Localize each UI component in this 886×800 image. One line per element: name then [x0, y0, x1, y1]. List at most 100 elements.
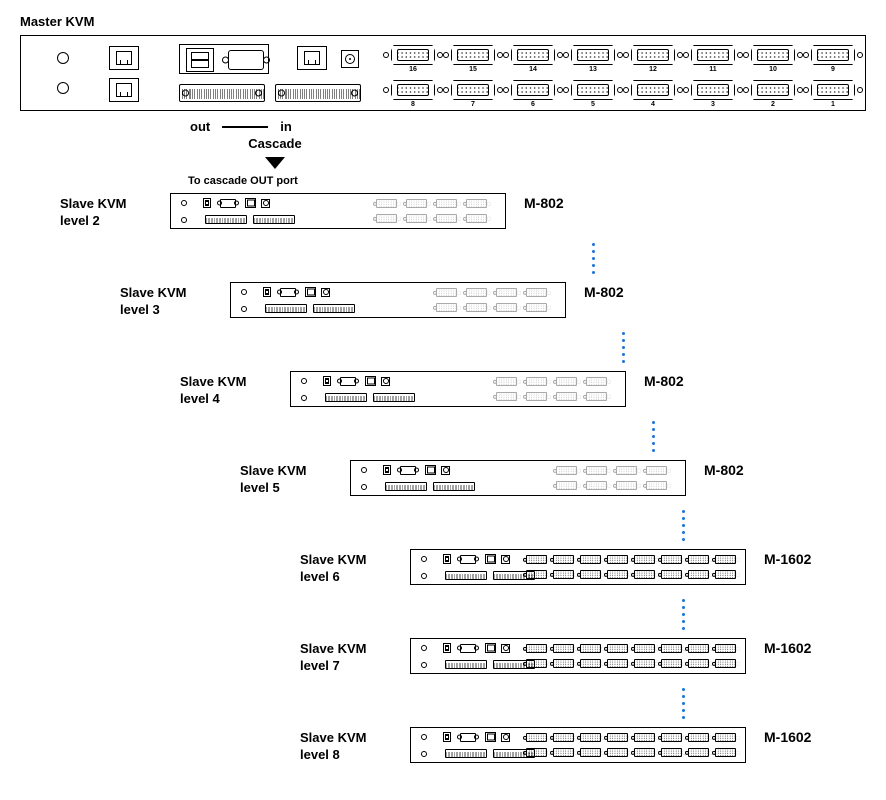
- server-port-icon: [526, 570, 547, 579]
- server-port-icon: [715, 748, 736, 757]
- server-port-icon: [715, 644, 736, 653]
- dc-power-icon: [381, 377, 390, 386]
- port-number: 6: [531, 101, 535, 108]
- server-port-icon: [556, 481, 577, 490]
- vga-port-icon: [460, 555, 476, 564]
- port-number: 11: [709, 66, 716, 73]
- vga-port-icon: [228, 50, 264, 70]
- server-port-icon: [646, 466, 667, 475]
- server-port-icon: 15: [451, 45, 495, 65]
- mount-hole-icon: [301, 395, 307, 401]
- slave-label-bottom: level 2: [60, 212, 126, 229]
- cascade-connector-icon: [313, 304, 355, 313]
- server-port-icon: [586, 392, 607, 401]
- server-port-icon: [715, 733, 736, 742]
- slave-model: M-802: [704, 462, 744, 478]
- usb-stack-icon: [263, 287, 271, 297]
- slave-kvm-unit: [230, 282, 566, 318]
- cascade-connector-icon: [275, 84, 361, 102]
- slave-model: M-1602: [764, 729, 811, 745]
- server-port-icon: [688, 748, 709, 757]
- slave-label: Slave KVMlevel 8: [300, 729, 366, 763]
- server-port-icon: [526, 303, 547, 312]
- server-port-icon: [661, 748, 682, 757]
- legend-cascade: Cascade: [190, 136, 360, 151]
- server-port-icon: [466, 214, 487, 223]
- slave-row: Slave KVMlevel 7M-1602: [20, 636, 866, 682]
- server-port-icon: [376, 214, 397, 223]
- rj45-port-icon: [305, 287, 316, 297]
- server-port-icon: [406, 214, 427, 223]
- server-port-icon: [553, 659, 574, 668]
- port-number: 16: [409, 66, 417, 73]
- server-port-icon: [634, 570, 655, 579]
- port-number: 12: [649, 66, 657, 73]
- server-port-icon: [526, 748, 547, 757]
- server-port-icon: [586, 377, 607, 386]
- slave-label: Slave KVMlevel 3: [120, 284, 186, 318]
- server-port-icon: [436, 199, 457, 208]
- cascade-dots-icon: [500, 599, 866, 630]
- rj45-port-icon: [245, 198, 256, 208]
- server-port-icon: [496, 377, 517, 386]
- server-port-icon: [556, 466, 577, 475]
- server-port-icon: [466, 288, 487, 297]
- server-port-icon: 1: [811, 80, 855, 100]
- server-port-icon: [634, 644, 655, 653]
- cascade-connector-icon: [265, 304, 307, 313]
- dc-power-icon: [501, 555, 510, 564]
- port-number: 9: [831, 66, 835, 73]
- server-port-icon: [661, 644, 682, 653]
- rj45-port-icon: [485, 732, 496, 742]
- server-port-icon: [616, 481, 637, 490]
- slave-label: Slave KVMlevel 6: [300, 551, 366, 585]
- server-port-icon: 14: [511, 45, 555, 65]
- server-port-icon: [715, 659, 736, 668]
- server-port-icon: [607, 555, 628, 564]
- usb-stack-icon: [443, 732, 451, 742]
- slave-kvm-unit: [290, 371, 626, 407]
- slave-row: Slave KVMlevel 2M-802: [20, 191, 866, 237]
- port-number: 8: [411, 101, 415, 108]
- rj45-port-icon: [365, 376, 376, 386]
- slave-label: Slave KVMlevel 7: [300, 640, 366, 674]
- cascade-connector-icon: [445, 749, 487, 758]
- server-port-icon: [634, 733, 655, 742]
- server-port-icon: 5: [571, 80, 615, 100]
- server-port-icon: [616, 466, 637, 475]
- server-port-icon: [634, 555, 655, 564]
- cascade-dots-icon: [380, 332, 866, 363]
- cascade-dots-icon: [500, 510, 866, 541]
- port-number: 4: [651, 101, 655, 108]
- server-port-icon: [661, 555, 682, 564]
- slave-model: M-802: [644, 373, 684, 389]
- slave-label-bottom: level 3: [120, 301, 186, 318]
- server-port-icon: [526, 644, 547, 653]
- server-port-icon: [688, 733, 709, 742]
- mount-hole-icon: [421, 751, 427, 757]
- server-port-icon: [688, 570, 709, 579]
- server-port-icon: [553, 555, 574, 564]
- server-port-icon: [634, 748, 655, 757]
- server-port-icon: [661, 570, 682, 579]
- usb-stack-icon: [383, 465, 391, 475]
- server-port-icon: 9: [811, 45, 855, 65]
- mount-hole-icon: [421, 662, 427, 668]
- vga-port-icon: [220, 199, 236, 208]
- slave-label: Slave KVMlevel 4: [180, 373, 246, 407]
- usb-stack-icon: [323, 376, 331, 386]
- slave-model: M-802: [524, 195, 564, 211]
- server-port-icon: 13: [571, 45, 615, 65]
- server-port-icon: [436, 288, 457, 297]
- cascade-legend: out in Cascade: [190, 119, 360, 169]
- cascade-dots-icon: [320, 243, 866, 274]
- server-port-icon: [556, 377, 577, 386]
- master-kvm-unit: 16151413121110987654321: [20, 35, 866, 111]
- server-port-icon: [466, 303, 487, 312]
- rj45-port-icon: [425, 465, 436, 475]
- vga-port-icon: [340, 377, 356, 386]
- port-number: 15: [469, 66, 477, 73]
- server-port-icon: [688, 659, 709, 668]
- slave-model: M-802: [584, 284, 624, 300]
- cascade-connector-icon: [179, 84, 265, 102]
